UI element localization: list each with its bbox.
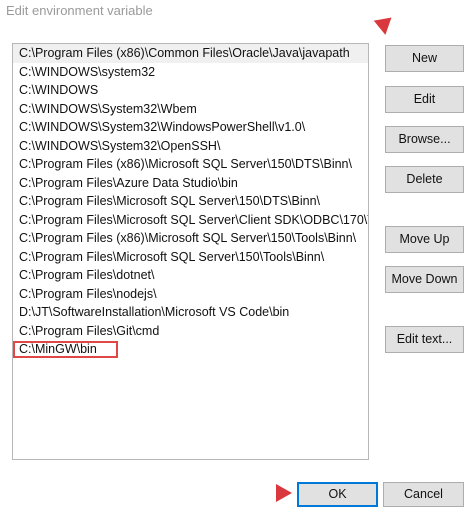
path-list-item[interactable]: C:\WINDOWS\System32\Wbem [13, 100, 368, 119]
path-list-item[interactable]: C:\Program Files\dotnet\ [13, 266, 368, 285]
cancel-button[interactable]: Cancel [383, 482, 464, 507]
edit-button[interactable]: Edit [385, 86, 464, 113]
path-list-item[interactable]: C:\WINDOWS\System32\OpenSSH\ [13, 137, 368, 156]
path-list-item[interactable]: C:\Program Files (x86)\Microsoft SQL Ser… [13, 155, 368, 174]
title-bar: Edit environment variable [0, 0, 474, 24]
delete-button[interactable]: Delete [385, 166, 464, 193]
path-list-item[interactable]: C:\WINDOWS [13, 81, 368, 100]
edit-text-button[interactable]: Edit text... [385, 326, 464, 353]
path-list[interactable]: C:\Program Files (x86)\Common Files\Orac… [12, 43, 369, 460]
path-list-item[interactable]: C:\Program Files (x86)\Microsoft SQL Ser… [13, 229, 368, 248]
path-list-item[interactable]: C:\Program Files\Microsoft SQL Server\15… [13, 192, 368, 211]
path-list-item[interactable]: C:\Program Files\Azure Data Studio\bin [13, 174, 368, 193]
browse-button[interactable]: Browse... [385, 126, 464, 153]
path-list-item[interactable]: C:\WINDOWS\System32\WindowsPowerShell\v1… [13, 118, 368, 137]
path-list-item[interactable]: C:\Program Files (x86)\Common Files\Orac… [13, 44, 368, 63]
move-down-button[interactable]: Move Down [385, 266, 464, 293]
new-button[interactable]: New [385, 45, 464, 72]
path-list-item[interactable]: C:\Program Files\Git\cmd [13, 322, 368, 341]
path-list-item[interactable]: C:\Program Files\Microsoft SQL Server\Cl… [13, 211, 368, 230]
path-list-item[interactable]: C:\MinGW\bin [13, 340, 368, 359]
path-list-item[interactable]: C:\Program Files\Microsoft SQL Server\15… [13, 248, 368, 267]
arrow-pointer-icon [276, 484, 292, 502]
path-list-item[interactable]: C:\Program Files\nodejs\ [13, 285, 368, 304]
path-list-item[interactable]: C:\WINDOWS\system32 [13, 63, 368, 82]
window-title: Edit environment variable [6, 3, 153, 18]
ok-button[interactable]: OK [297, 482, 378, 507]
move-up-button[interactable]: Move Up [385, 226, 464, 253]
path-list-item[interactable]: D:\JT\SoftwareInstallation\Microsoft VS … [13, 303, 368, 322]
edit-environment-variable-dialog: Edit environment variable C:\Program Fil… [0, 0, 474, 520]
